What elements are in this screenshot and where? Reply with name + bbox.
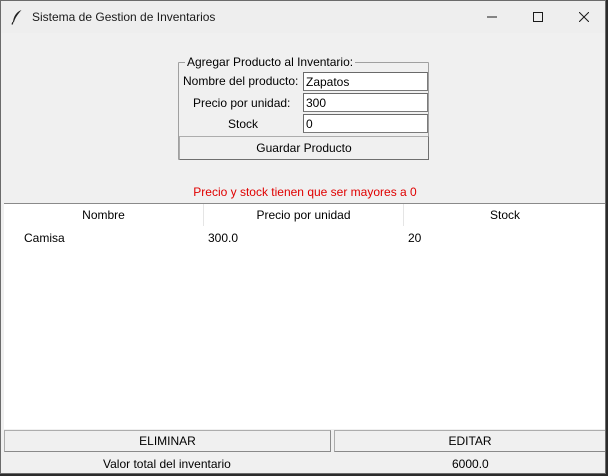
unit-price-label: Precio por unidad:: [193, 96, 291, 110]
table-header: Nombre Precio por unidad Stock: [4, 204, 605, 226]
stock-label: Stock: [228, 117, 259, 131]
unit-price-input[interactable]: [303, 93, 428, 112]
validation-error-message: Precio y stock tienen que ser mayores a …: [193, 185, 417, 199]
column-header-name[interactable]: Nombre: [4, 204, 204, 226]
feather-icon: [10, 9, 24, 25]
cell-unit-price: 300.0: [208, 231, 239, 245]
product-name-input[interactable]: [303, 72, 428, 91]
edit-button[interactable]: EDITAR: [334, 430, 605, 452]
close-button[interactable]: [561, 1, 605, 33]
app-window: Sistema de Gestion de Inventarios Agrega…: [0, 0, 606, 474]
delete-label: ELIMINAR: [139, 434, 196, 448]
add-product-legend: Agregar Producto al Inventario:: [185, 55, 356, 69]
title-bar[interactable]: Sistema de Gestion de Inventarios: [1, 1, 605, 33]
delete-button[interactable]: ELIMINAR: [4, 430, 331, 452]
minimize-icon: [487, 12, 497, 22]
inventory-total-label: Valor total del inventario: [103, 457, 231, 471]
cell-stock: 20: [408, 231, 422, 245]
table-row[interactable]: Camisa 300.0 20: [4, 228, 605, 248]
column-header-unit-price[interactable]: Precio por unidad: [204, 204, 404, 226]
product-name-label: Nombre del producto:: [183, 74, 299, 88]
cell-name: Camisa: [24, 231, 65, 245]
column-header-stock[interactable]: Stock: [404, 204, 605, 226]
inventory-total-value: 6000.0: [452, 457, 489, 471]
maximize-button[interactable]: [515, 1, 561, 33]
save-product-button[interactable]: Guardar Producto: [179, 136, 429, 160]
close-icon: [579, 12, 589, 22]
window-title: Sistema de Gestion de Inventarios: [32, 10, 216, 24]
main-content: Agregar Producto al Inventario: Nombre d…: [1, 33, 605, 473]
edit-label: EDITAR: [448, 434, 492, 448]
inventory-table[interactable]: Nombre Precio por unidad Stock Camisa 30…: [4, 203, 605, 429]
stock-input[interactable]: [303, 114, 428, 133]
save-product-label: Guardar Producto: [256, 141, 352, 155]
maximize-icon: [533, 12, 543, 22]
minimize-button[interactable]: [469, 1, 515, 33]
